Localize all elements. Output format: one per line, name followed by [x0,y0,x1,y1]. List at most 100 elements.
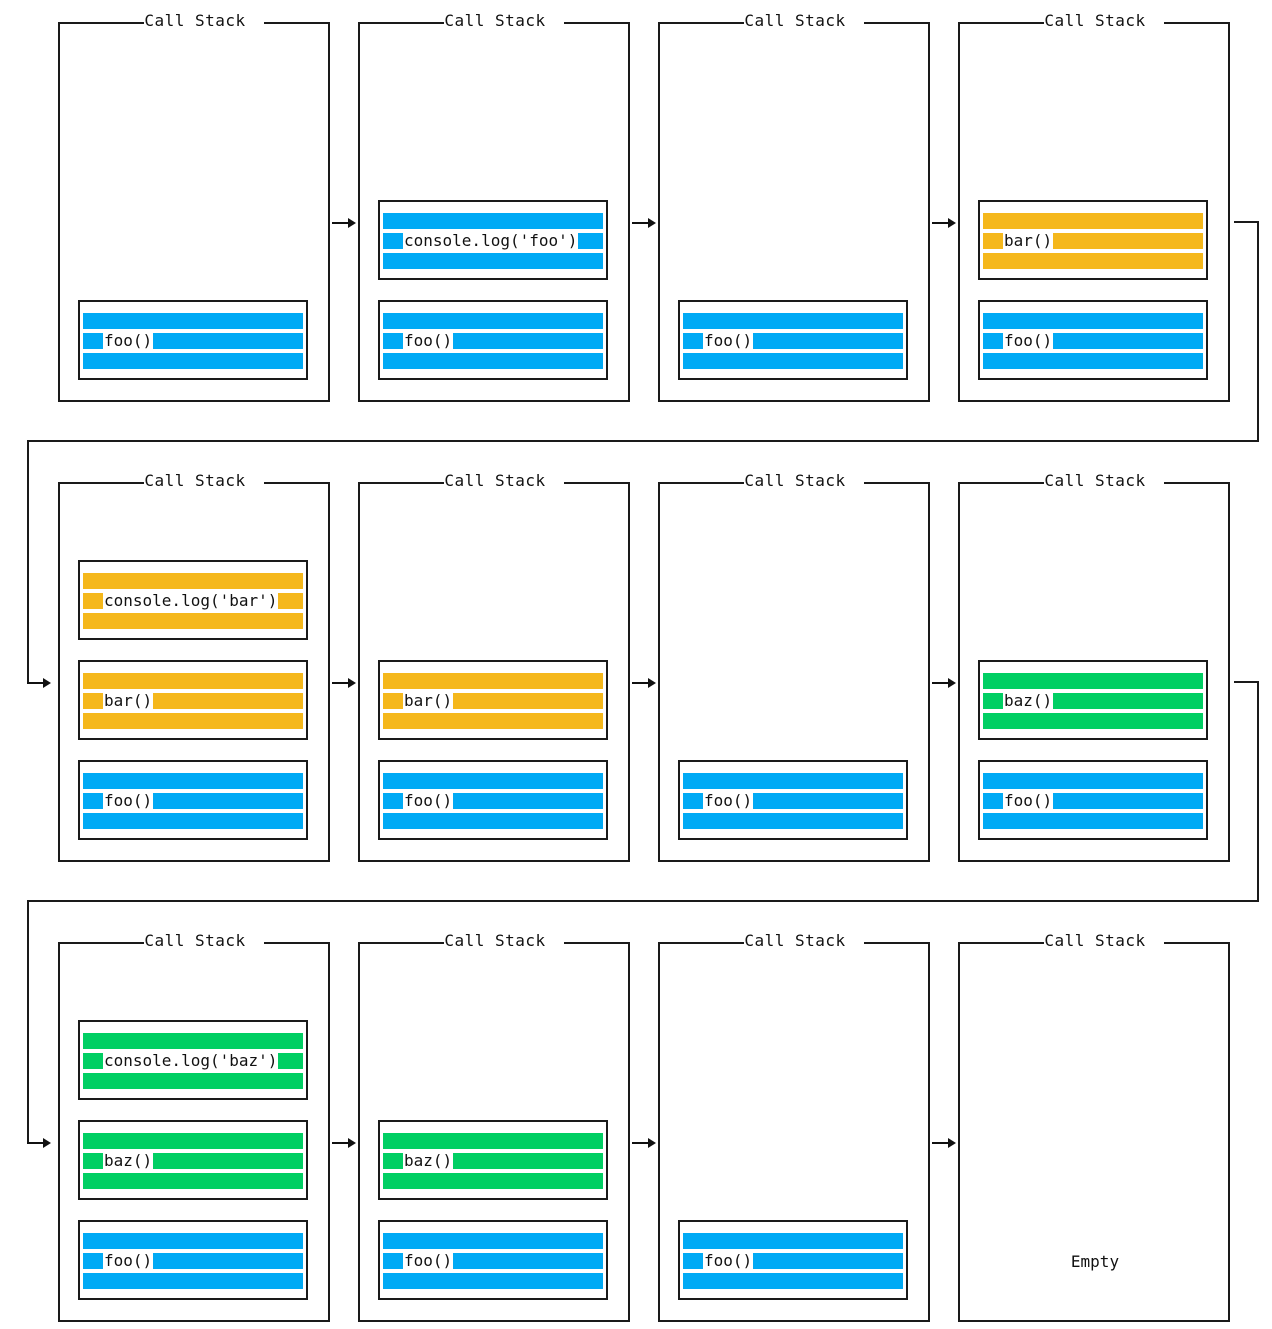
panel-title: Call Stack [744,471,846,490]
arrow-right-icon [932,678,956,688]
stack-frame-foo: foo() [378,300,608,380]
stack-frame-baz: console.log('baz') [78,1020,308,1100]
frame-label: foo() [1003,791,1054,811]
frame-label: foo() [103,1251,154,1271]
frame-bar [383,1273,603,1289]
frame-bar [383,313,603,329]
empty-stack-label: Empty [1070,1252,1120,1271]
frame-bar [983,253,1203,269]
stack-frame-foo: foo() [678,760,908,840]
row-connector [27,440,29,682]
call-stack-panel: Call Stack foo() [658,11,930,402]
frame-label: foo() [403,331,454,351]
row-connector [1234,681,1259,683]
call-stack-panel: Call Stack foo() baz() console.log('baz') [58,931,330,1322]
frame-bar [383,673,603,689]
arrow-right-icon [332,678,356,688]
stack-frame-foo: foo() [678,300,908,380]
frame-label: bar() [103,691,154,711]
stack-frame-foo: foo() [678,1220,908,1300]
frame-bar [83,773,303,789]
frame-label: foo() [403,1251,454,1271]
frame-bar [683,1273,903,1289]
arrow-right-icon [332,218,356,228]
row-connector [1257,681,1259,902]
panel-title: Call Stack [144,11,246,30]
panel-title: Call Stack [444,11,546,30]
row-connector [1257,221,1259,442]
frame-label: foo() [403,791,454,811]
panel-title: Call Stack [1044,931,1146,950]
frame-label: foo() [703,331,754,351]
panel-title: Call Stack [444,471,546,490]
panel-title: Call Stack [144,471,246,490]
call-stack-panel: Call Stack foo() console.log('foo') [358,11,630,402]
frame-label: console.log('bar') [103,591,279,611]
frame-label: foo() [103,331,154,351]
frame-label: baz() [103,1151,154,1171]
call-stack-panel: Call Stack foo() bar() [958,11,1230,402]
frame-bar [383,1173,603,1189]
frame-bar [383,773,603,789]
stack-frame-foo: foo() [978,760,1208,840]
row-connector [27,900,1259,902]
frame-bar [83,313,303,329]
frame-bar [383,1133,603,1149]
frame-bar [983,773,1203,789]
stack-frame-baz: baz() [978,660,1208,740]
stack-frame-bar: bar() [78,660,308,740]
stack-frame-foo: foo() [378,1220,608,1300]
frame-bar [383,253,603,269]
stack-frame-foo: foo() [378,760,608,840]
frame-bar [83,673,303,689]
stack-frame-foo: foo() [78,300,308,380]
stack-frame-foo: console.log('foo') [378,200,608,280]
frame-label: console.log('baz') [103,1051,279,1071]
frame-label: bar() [403,691,454,711]
stack-frame-foo: foo() [978,300,1208,380]
frame-bar [683,353,903,369]
panel-title: Call Stack [144,931,246,950]
frame-bar [83,1073,303,1089]
frame-bar [83,1033,303,1049]
arrow-right-icon [632,1138,656,1148]
arrow-right-icon [932,218,956,228]
frame-label: foo() [703,791,754,811]
frame-bar [83,573,303,589]
arrow-right-icon [332,1138,356,1148]
row-connector [1234,221,1259,223]
panel-title: Call Stack [1044,11,1146,30]
stack-frame-foo: foo() [78,760,308,840]
frame-bar [383,713,603,729]
row-connector [27,440,1259,442]
frame-bar [383,813,603,829]
frame-bar [83,1133,303,1149]
frame-bar [983,213,1203,229]
frame-bar [83,353,303,369]
frame-bar [983,813,1203,829]
frame-bar [983,673,1203,689]
panel-title: Call Stack [744,11,846,30]
stack-frame-bar: bar() [978,200,1208,280]
frame-label: bar() [1003,231,1054,251]
frame-bar [983,353,1203,369]
arrow-right-icon [632,218,656,228]
stack-frame-bar: bar() [378,660,608,740]
frame-bar [83,1273,303,1289]
frame-bar [83,613,303,629]
row-connector [27,900,29,1142]
call-stack-panel: Call Stack foo() bar() [358,471,630,862]
frame-bar [383,1233,603,1249]
frame-label: foo() [703,1251,754,1271]
frame-bar [683,773,903,789]
frame-bar [83,713,303,729]
frame-bar [683,313,903,329]
panel-title: Call Stack [1044,471,1146,490]
arrow-right-icon [632,678,656,688]
panel-title: Call Stack [744,931,846,950]
call-stack-panel: Call Stack foo() [658,471,930,862]
call-stack-panel: Call Stack foo() baz() [958,471,1230,862]
stack-frame-baz: baz() [378,1120,608,1200]
frame-bar [683,1233,903,1249]
frame-label: console.log('foo') [403,231,579,251]
